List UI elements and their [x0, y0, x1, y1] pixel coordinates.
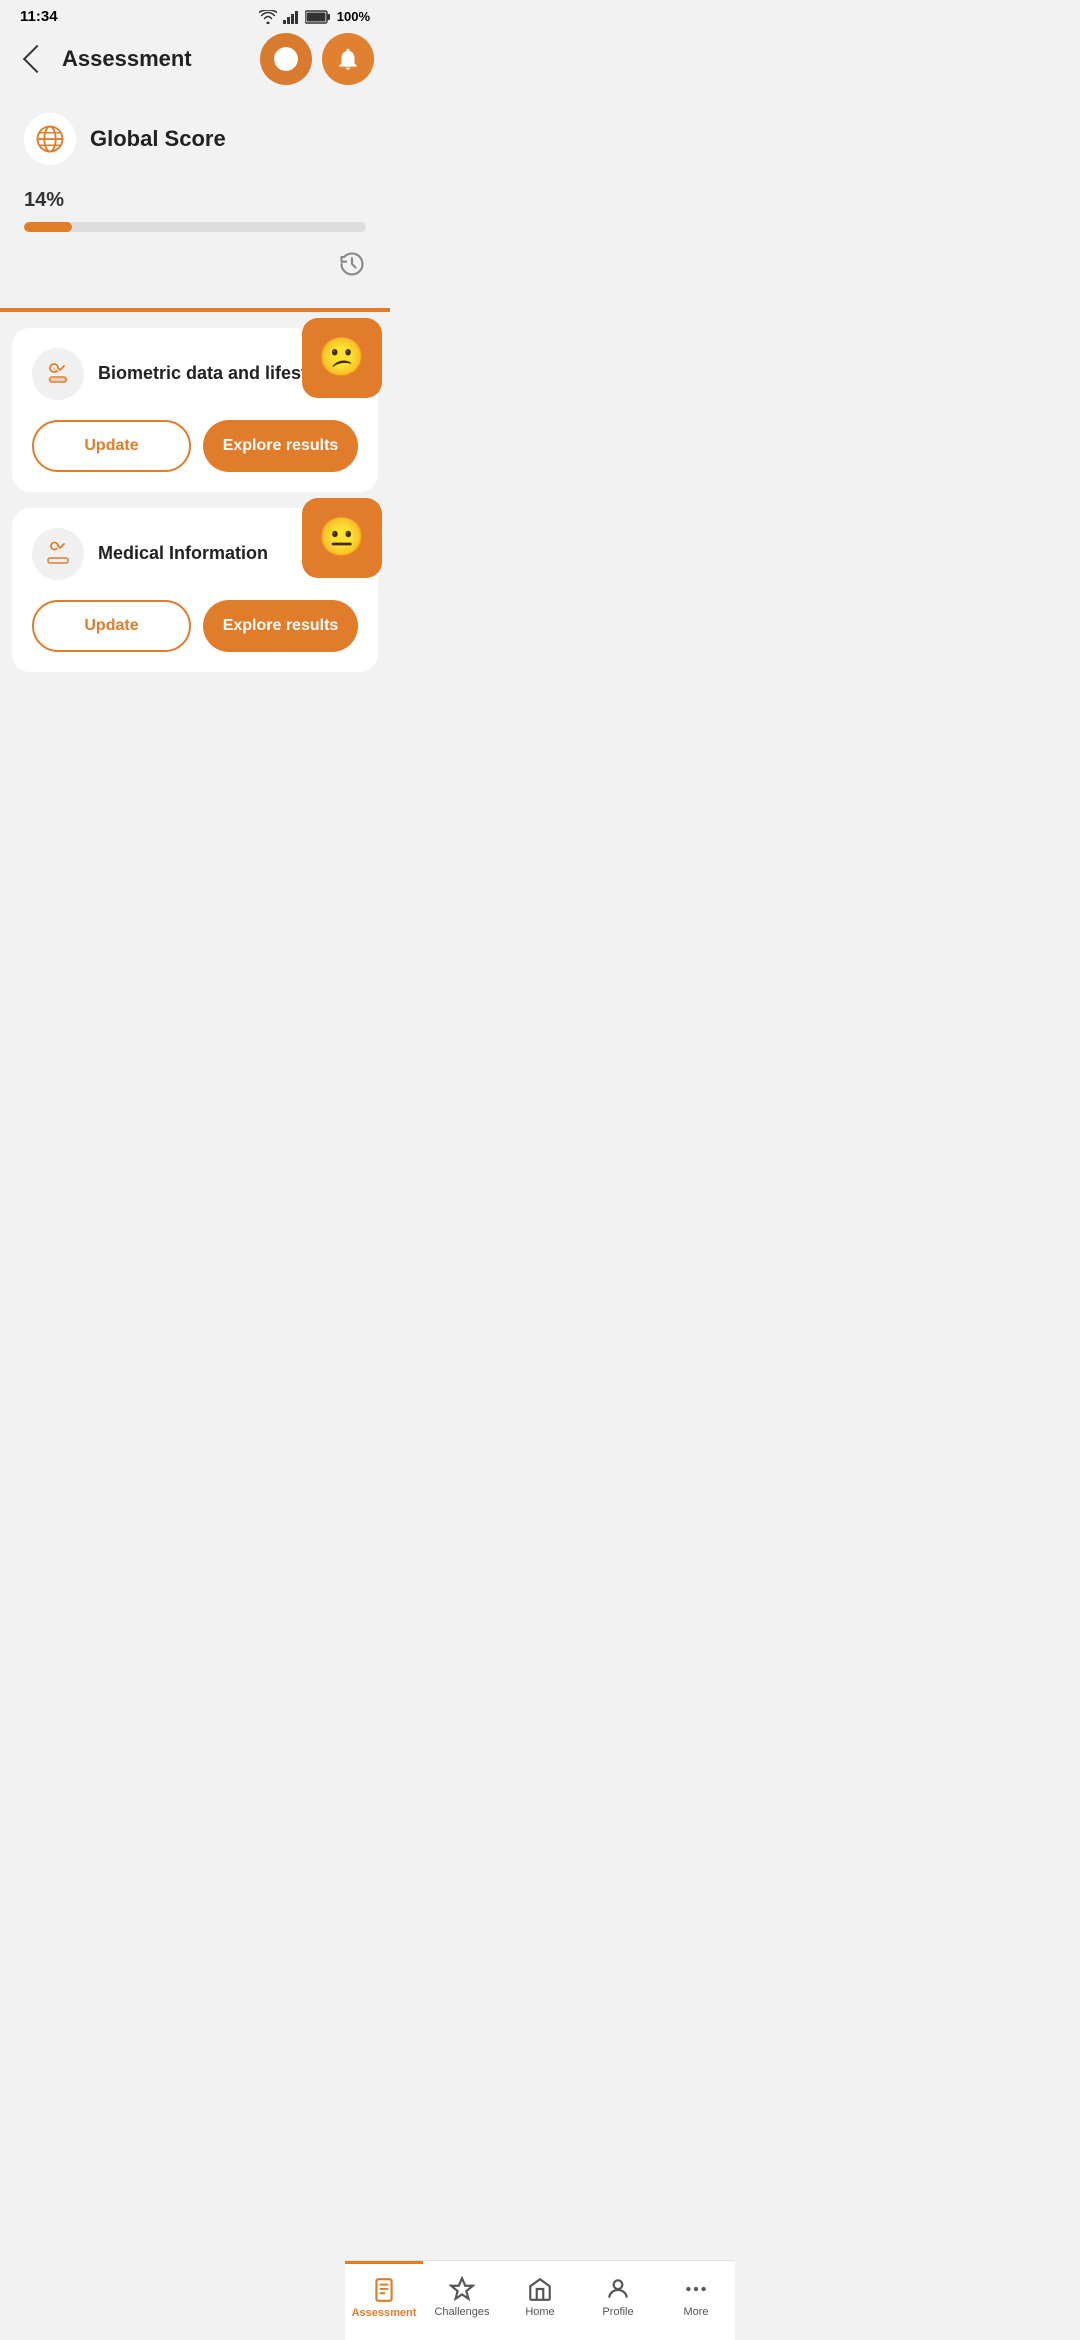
- back-button[interactable]: [16, 41, 52, 77]
- settings-icon: [273, 46, 299, 72]
- nav-home-label: Home: [525, 2306, 554, 2318]
- challenges-nav-icon: [449, 2276, 475, 2302]
- global-score-title: Global Score: [90, 126, 226, 152]
- battery-icon: [305, 10, 331, 24]
- score-percentage: 14%: [24, 189, 366, 212]
- biometric-explore-button[interactable]: Explore results: [203, 420, 358, 472]
- nav-assessment-label: Assessment: [352, 2307, 417, 2319]
- globe-icon-wrap: [24, 113, 76, 165]
- back-arrow-icon: [23, 45, 51, 73]
- assessment-nav-icon: [371, 2277, 397, 2303]
- history-button[interactable]: [24, 250, 366, 278]
- history-icon: [338, 250, 366, 278]
- nav-challenges[interactable]: Challenges: [423, 2261, 501, 2340]
- battery-percent: 100%: [337, 9, 370, 24]
- medical-emoji-badge: 😐: [302, 498, 382, 578]
- home-nav-icon: [527, 2276, 553, 2302]
- biometric-title: Biometric data and lifestyle: [98, 362, 332, 385]
- wifi-icon: [259, 10, 277, 24]
- biometric-emoji: 😕: [318, 336, 365, 380]
- medical-update-button[interactable]: Update: [32, 600, 191, 652]
- profile-nav-icon: [605, 2276, 631, 2302]
- progress-bar-fill: [24, 222, 72, 232]
- medical-icon-wrap: [32, 528, 84, 580]
- biometric-emoji-badge: 😕: [302, 318, 382, 398]
- header-actions: [260, 33, 374, 85]
- medical-explore-button[interactable]: Explore results: [203, 600, 358, 652]
- medical-emoji: 😐: [318, 516, 365, 560]
- biometric-update-button[interactable]: Update: [32, 420, 191, 472]
- biometric-buttons: Update Explore results: [32, 420, 358, 472]
- nav-assessment[interactable]: Assessment: [345, 2261, 423, 2340]
- cards-container: Biometric data and lifestyle 😕 Update Ex…: [0, 312, 390, 688]
- nav-more[interactable]: More: [657, 2261, 735, 2340]
- card-top-medical: Medical Information 😐: [32, 528, 358, 580]
- global-score-section: Global Score 14%: [0, 93, 390, 308]
- progress-bar-track: [24, 222, 366, 232]
- medical-icon: [44, 540, 72, 568]
- more-nav-icon: [683, 2276, 709, 2302]
- app-header: Assessment: [0, 33, 390, 93]
- status-icons: 100%: [259, 9, 370, 24]
- heart-hand-icon: [44, 360, 72, 388]
- medical-title: Medical Information: [98, 542, 268, 565]
- bottom-nav: Assessment Challenges Home Profile More: [345, 2260, 735, 2340]
- bell-icon: [335, 46, 361, 72]
- nav-challenges-label: Challenges: [434, 2306, 489, 2318]
- nav-home[interactable]: Home: [501, 2261, 579, 2340]
- status-time: 11:34: [20, 8, 58, 25]
- card-top: Biometric data and lifestyle 😕: [32, 348, 358, 400]
- medical-buttons: Update Explore results: [32, 600, 358, 652]
- medical-card: Medical Information 😐 Update Explore res…: [12, 508, 378, 672]
- nav-profile[interactable]: Profile: [579, 2261, 657, 2340]
- notification-button[interactable]: [322, 33, 374, 85]
- nav-more-label: More: [683, 2306, 708, 2318]
- settings-button[interactable]: [260, 33, 312, 85]
- biometric-card: Biometric data and lifestyle 😕 Update Ex…: [12, 328, 378, 492]
- global-score-header: Global Score: [24, 113, 366, 165]
- biometric-icon-wrap: [32, 348, 84, 400]
- signal-icon: [283, 10, 299, 24]
- status-bar: 11:34 100%: [0, 0, 390, 33]
- globe-icon: [35, 124, 65, 154]
- page-title: Assessment: [62, 46, 192, 72]
- nav-profile-label: Profile: [602, 2306, 633, 2318]
